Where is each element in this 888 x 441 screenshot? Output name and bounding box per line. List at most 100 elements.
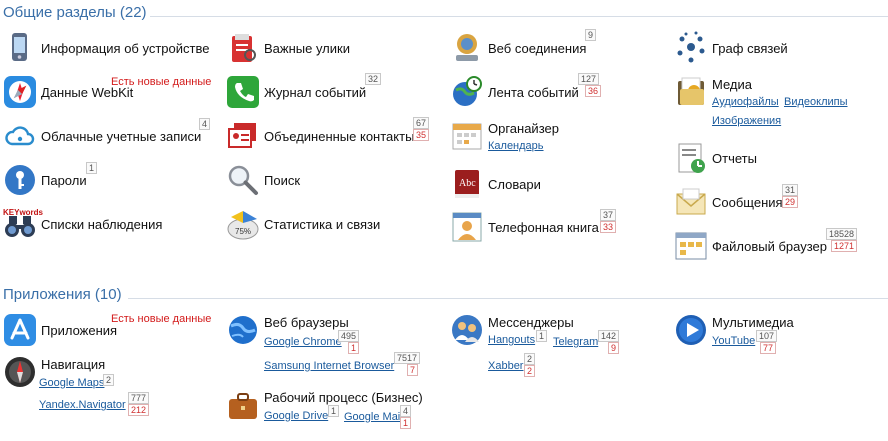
svg-text:Abc: Abc <box>459 178 476 189</box>
link-video[interactable]: Видеоклипы <box>784 96 848 108</box>
item-passwords[interactable]: Пароли 1 <box>3 160 223 200</box>
count-badge: 142 <box>598 330 620 342</box>
count-badge: 107 <box>756 330 778 342</box>
count-badge: 37 <box>600 209 617 221</box>
section-divider <box>128 298 888 299</box>
link-hangouts[interactable]: Hangouts <box>488 334 535 346</box>
calendar-icon <box>450 119 484 153</box>
link-google-mail[interactable]: Google Mail <box>344 411 403 423</box>
section-apps-header: Приложения (10) <box>0 286 888 308</box>
count-badge: 4 <box>199 118 211 130</box>
item-watchlists[interactable]: KEYwords Списки наблюдения <box>3 204 223 244</box>
link-calendar[interactable]: Календарь <box>488 140 544 152</box>
item-organizer[interactable]: Органайзер Календарь <box>450 116 670 160</box>
item-web-connections[interactable]: Веб соединения 9 <box>450 28 670 68</box>
link-yandex-navigator[interactable]: Yandex.Navigator <box>39 399 126 411</box>
new-count-badge: 29 <box>782 196 799 208</box>
link-google-chrome[interactable]: Google Chrome <box>264 336 342 348</box>
count-badge: 31 <box>782 184 799 196</box>
play-button-icon <box>674 313 708 347</box>
item-messengers[interactable]: Мессенджеры Hangouts 1 Telegram 142 9 Xa… <box>450 310 670 377</box>
new-count-badge: 1271 <box>831 240 858 252</box>
link-xabber[interactable]: Xabber <box>488 360 523 372</box>
new-count-badge: 1 <box>348 342 360 354</box>
item-applications-label: Приложения <box>41 323 118 338</box>
item-media-label: Медиа <box>712 77 752 92</box>
file-browser-window-icon <box>674 229 708 263</box>
link-google-maps[interactable]: Google Maps <box>39 377 104 389</box>
item-cloud-accounts-label: Облачные учетные записи <box>41 129 202 144</box>
phone-call-icon <box>226 75 260 109</box>
count-badge: 1 <box>328 405 340 417</box>
item-applications[interactable]: Есть новые данные Приложения <box>3 310 223 350</box>
globe-browser-icon <box>226 313 260 347</box>
item-multimedia-label: Мультимедиа <box>712 315 794 330</box>
pie-percent-text: 75% <box>235 227 251 236</box>
new-count-badge: 33 <box>600 221 617 233</box>
item-search[interactable]: Поиск <box>226 160 446 200</box>
new-count-badge: 7 <box>407 364 419 376</box>
count-badge: 4 <box>400 405 412 417</box>
item-webkit[interactable]: Есть новые данные Данные WebKit <box>3 72 223 112</box>
item-graph-label: Граф связей <box>712 41 788 56</box>
count-badge: 1 <box>86 162 98 174</box>
item-workflow[interactable]: Рабочий процесс (Бизнес) Google Drive 1 … <box>226 386 446 430</box>
compass-nav-icon <box>3 355 37 389</box>
count-badge: 777 <box>128 392 150 404</box>
link-audio[interactable]: Аудиофайлы <box>712 96 779 108</box>
contact-cards-icon <box>226 119 260 153</box>
dictionary-book-icon: Abc <box>450 167 484 201</box>
item-dictionaries-label: Словари <box>488 177 541 192</box>
item-reports-label: Отчеты <box>712 151 757 166</box>
item-web-browsers[interactable]: Веб браузеры Google Chrome 495 1 Samsung… <box>226 310 446 376</box>
item-evidence[interactable]: Важные улики <box>226 28 446 68</box>
item-event-log-label: Журнал событий <box>264 85 367 100</box>
phone-device-icon <box>3 31 37 65</box>
briefcase-icon <box>226 389 260 423</box>
new-count-badge: 1 <box>400 417 412 429</box>
item-reports[interactable]: Отчеты <box>674 138 884 178</box>
item-search-label: Поиск <box>264 173 301 188</box>
item-device-info[interactable]: Информация об устройстве <box>3 28 223 68</box>
item-event-log[interactable]: Журнал событий 32 <box>226 72 446 112</box>
count-badge: 127 <box>578 73 600 85</box>
link-youtube[interactable]: YouTube <box>712 335 755 347</box>
item-cloud-accounts[interactable]: Облачные учетные записи 4 <box>3 116 223 156</box>
item-phonebook[interactable]: Телефонная книга 37 33 <box>450 207 670 247</box>
new-data-notice: Есть новые данные <box>111 313 212 325</box>
item-navigation[interactable]: Навигация Google Maps 2 Yandex.Navigator… <box>3 352 223 416</box>
item-dictionaries[interactable]: Abc Словари <box>450 164 670 204</box>
messenger-people-icon <box>450 313 484 347</box>
network-connection-icon <box>450 31 484 65</box>
item-webkit-label: Данные WebKit <box>41 85 134 100</box>
envelope-icon <box>674 185 708 219</box>
count-badge: 1 <box>536 330 548 342</box>
binoculars-icon <box>3 210 37 244</box>
new-count-badge: 35 <box>413 129 430 141</box>
key-icon <box>3 163 37 197</box>
item-merged-contacts-label: Объединенные контакты <box>264 129 415 144</box>
link-images[interactable]: Изображения <box>712 115 781 127</box>
item-messages[interactable]: Сообщения 31 29 <box>674 182 884 222</box>
item-stats[interactable]: 75% Статистика и связи <box>226 204 446 244</box>
section-general-header: Общие разделы (22) <box>0 4 888 26</box>
item-passwords-label: Пароли <box>41 173 87 188</box>
item-graph[interactable]: Граф связей <box>674 28 884 68</box>
item-file-browser[interactable]: Файловый браузер 18528 1271 <box>674 226 884 266</box>
link-samsung-browser[interactable]: Samsung Internet Browser <box>264 360 394 372</box>
item-multimedia[interactable]: Мультимедиа YouTube 107 77 <box>674 310 884 354</box>
app-store-icon <box>3 313 37 347</box>
new-count-badge: 212 <box>128 404 150 416</box>
section-divider <box>150 16 888 17</box>
link-telegram[interactable]: Telegram <box>553 336 598 348</box>
item-merged-contacts[interactable]: Объединенные контакты 67 35 <box>226 116 446 156</box>
new-count-badge: 2 <box>524 365 536 377</box>
item-organizer-label: Органайзер <box>488 121 559 136</box>
item-workflow-label: Рабочий процесс (Бизнес) <box>264 390 423 405</box>
item-event-feed[interactable]: Лента событий 127 36 <box>450 72 670 112</box>
item-device-info-label: Информация об устройстве <box>41 41 210 56</box>
phonebook-icon <box>450 210 484 244</box>
item-media[interactable]: Медиа Аудиофайлы Видеоклипы Изображения <box>674 72 884 132</box>
link-google-drive[interactable]: Google Drive <box>264 410 328 422</box>
count-badge: 7517 <box>394 352 421 364</box>
